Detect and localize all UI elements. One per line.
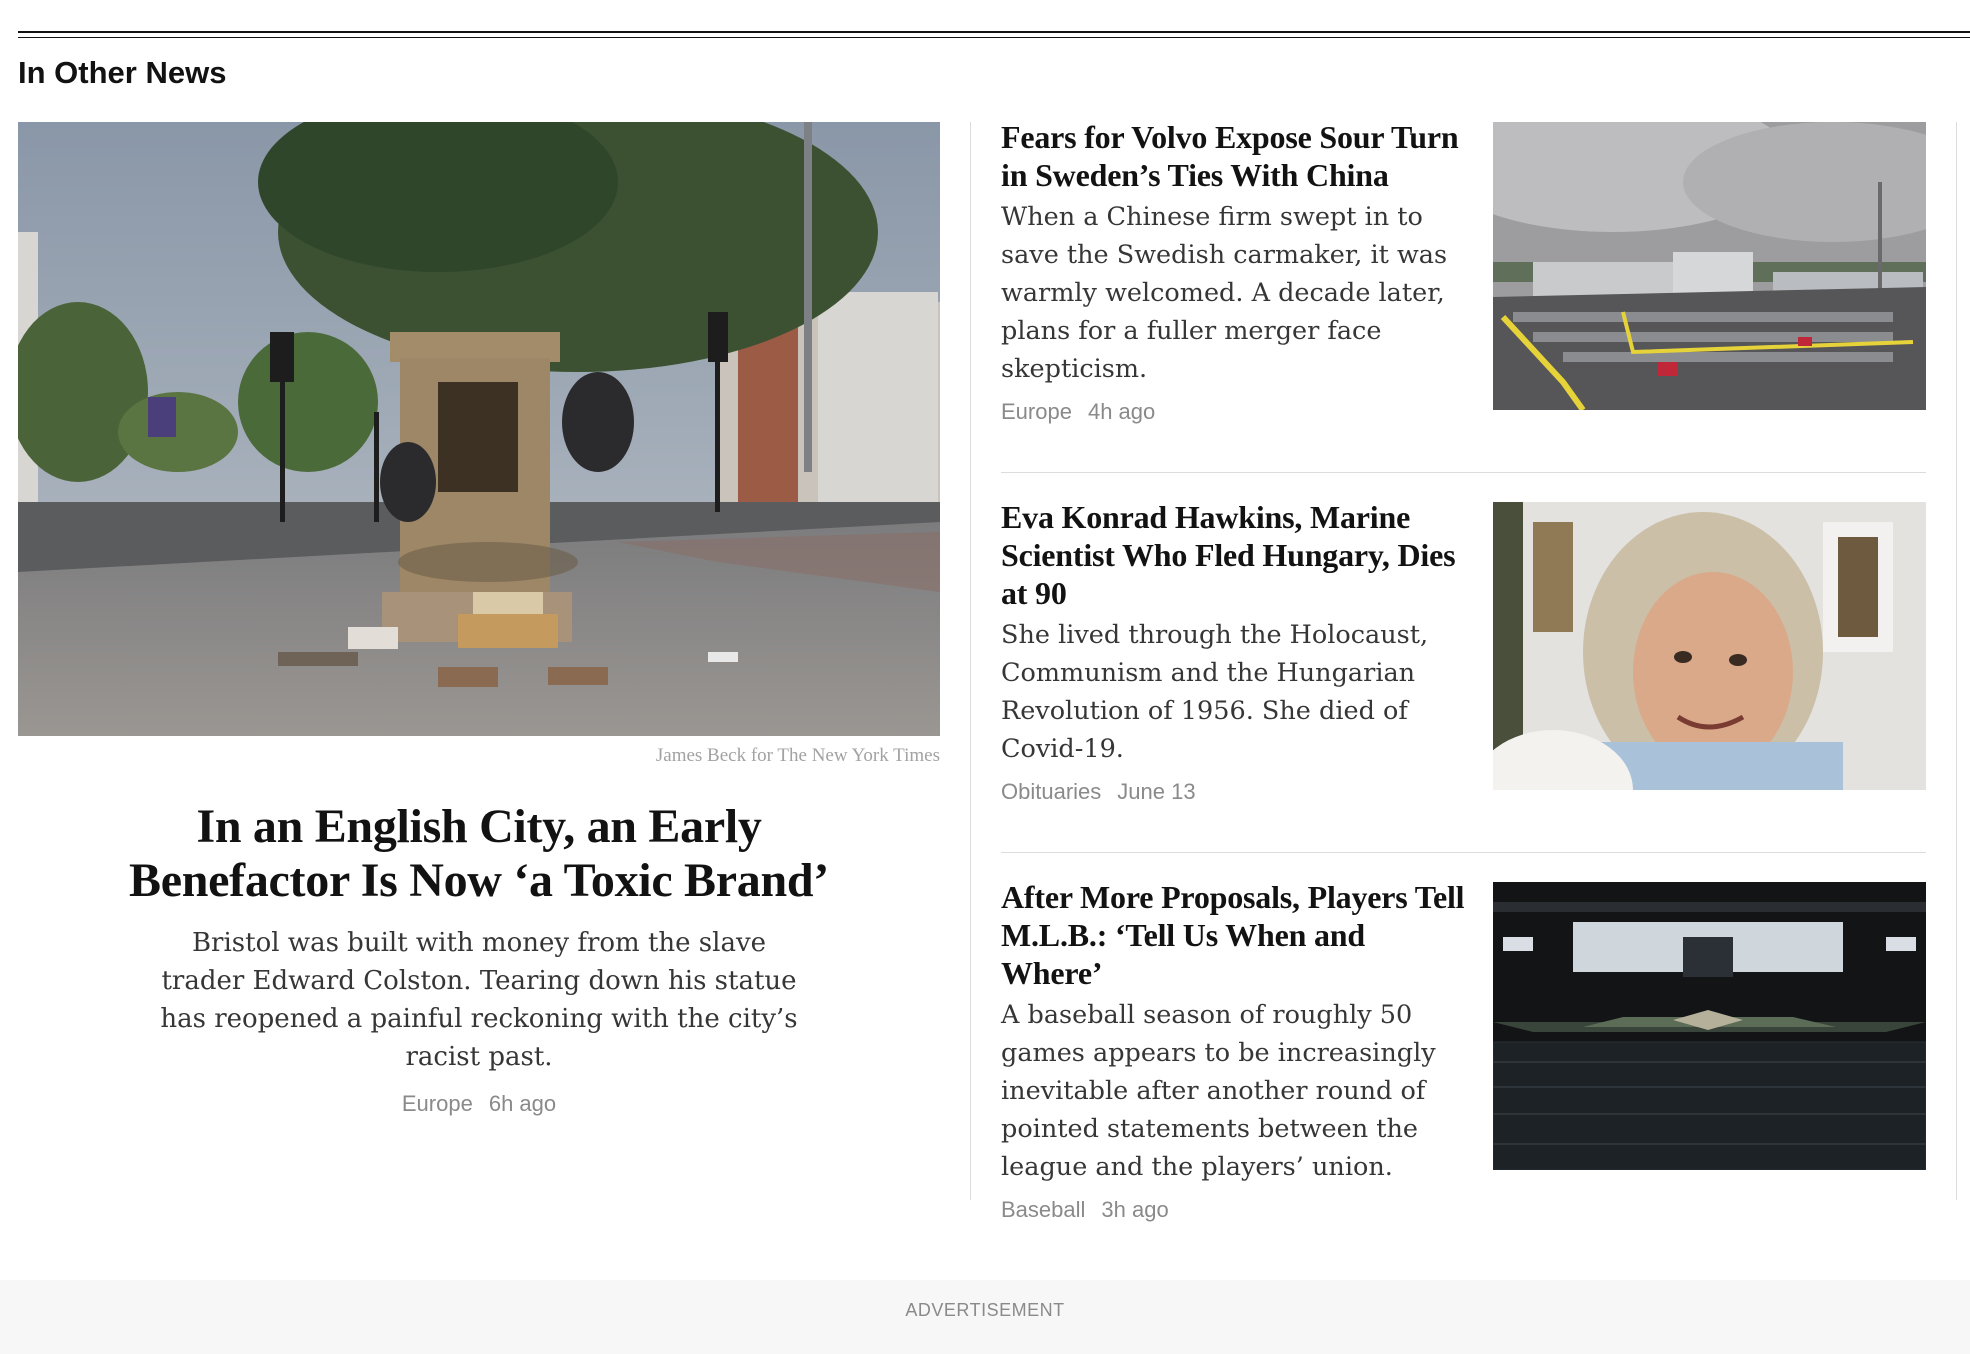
story-headline[interactable]: Eva Konrad Hawkins, Marine Scientist Who… xyxy=(1001,498,1471,612)
section-top-rule-thin xyxy=(18,37,1970,38)
story-headline[interactable]: Fears for Volvo Expose Sour Turn in Swed… xyxy=(1001,118,1471,194)
story-section-label[interactable]: Obituaries xyxy=(1001,779,1101,804)
story-divider xyxy=(1001,852,1926,853)
section-top-rule xyxy=(18,31,1970,33)
lead-headline[interactable]: In an English City, an Early Benefactor … xyxy=(89,800,869,908)
column-divider-right xyxy=(1956,122,1957,1200)
column-divider xyxy=(970,122,971,1200)
story-divider xyxy=(1001,472,1926,473)
lead-summary: Bristol was built with money from the sl… xyxy=(160,928,798,1072)
story-card[interactable]: Fears for Volvo Expose Sour Turn in Swed… xyxy=(1001,118,1926,448)
story-section-label[interactable]: Baseball xyxy=(1001,1197,1085,1222)
story-headline[interactable]: After More Proposals, Players Tell M.L.B… xyxy=(1001,878,1471,992)
story-timestamp: June 13 xyxy=(1117,779,1196,804)
story-summary: She lived through the Holocaust, Communi… xyxy=(1001,620,1429,764)
story-meta: Europe 4h ago xyxy=(1001,398,1471,426)
story-photo[interactable] xyxy=(1493,502,1926,790)
lead-story[interactable]: James Beck for The New York Times In an … xyxy=(18,122,940,1118)
story-summary: A baseball season of roughly 50 games ap… xyxy=(1001,1000,1436,1182)
story-photo[interactable] xyxy=(1493,882,1926,1170)
story-meta: Obituaries June 13 xyxy=(1001,778,1471,806)
story-text: Eva Konrad Hawkins, Marine Scientist Who… xyxy=(1001,498,1471,806)
story-summary: When a Chinese firm swept in to save the… xyxy=(1001,202,1448,384)
story-text: Fears for Volvo Expose Sour Turn in Swed… xyxy=(1001,118,1471,426)
section-title: In Other News xyxy=(18,55,227,90)
lead-meta: Europe 6h ago xyxy=(18,1090,940,1118)
advertisement-label: ADVERTISEMENT xyxy=(905,1300,1065,1320)
lead-timestamp: 6h ago xyxy=(488,1091,557,1116)
lead-photo-credit: James Beck for The New York Times xyxy=(655,745,940,766)
story-card[interactable]: Eva Konrad Hawkins, Marine Scientist Who… xyxy=(1001,498,1926,828)
story-photo[interactable] xyxy=(1493,122,1926,410)
story-card[interactable]: After More Proposals, Players Tell M.L.B… xyxy=(1001,878,1926,1222)
story-section-label[interactable]: Europe xyxy=(1001,399,1072,424)
story-timestamp: 3h ago xyxy=(1101,1197,1169,1222)
story-text: After More Proposals, Players Tell M.L.B… xyxy=(1001,878,1471,1224)
story-meta: Baseball 3h ago xyxy=(1001,1196,1471,1224)
lead-section-label[interactable]: Europe xyxy=(402,1091,473,1116)
lead-story-photo[interactable] xyxy=(18,122,940,736)
story-timestamp: 4h ago xyxy=(1087,399,1156,424)
